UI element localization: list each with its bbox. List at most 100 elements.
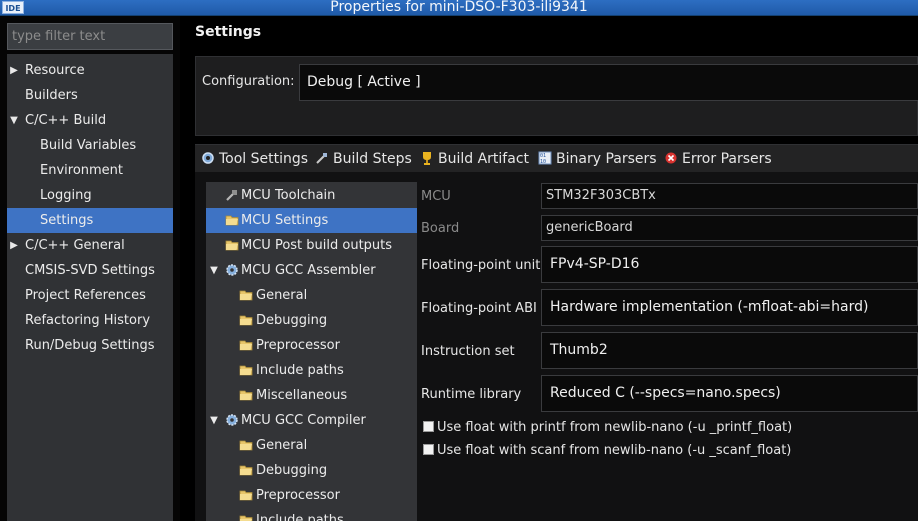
tool-item-label: Preprocessor — [256, 488, 340, 503]
sidebar-item-cpp-build[interactable]: ▼ C/C++ Build — [7, 108, 173, 133]
tool-item-assembler-preprocessor[interactable]: Preprocessor — [206, 333, 417, 358]
mcu-field[interactable]: STM32F303CBTx — [541, 183, 918, 209]
sidebar-item-settings[interactable]: Settings — [7, 208, 173, 233]
gear-icon — [226, 414, 238, 426]
tool-item-mcu-toolchain[interactable]: MCU Toolchain — [206, 183, 417, 208]
tab-binary-parsers[interactable]: 01 10 Binary Parsers — [538, 149, 657, 169]
error-icon — [665, 152, 677, 164]
folder-icon — [239, 315, 253, 326]
sidebar-item-cpp-general[interactable]: ▶ C/C++ General — [7, 233, 173, 258]
tool-item-label: Preprocessor — [256, 338, 340, 353]
sidebar-item-resource[interactable]: ▶ Resource — [7, 58, 173, 83]
sidebar-item-label: Environment — [40, 163, 124, 178]
sidebar: ▶ Resource Builders ▼ C/C++ Build Build … — [0, 16, 180, 521]
scanf-float-checkbox[interactable] — [423, 444, 434, 455]
tab-build-artifact[interactable]: Build Artifact — [420, 149, 529, 169]
expand-arrow-icon[interactable]: ▶ — [9, 233, 19, 258]
folder-icon — [225, 215, 239, 226]
tool-item-label: Miscellaneous — [256, 388, 348, 403]
sidebar-item-run-debug-settings[interactable]: Run/Debug Settings — [7, 333, 173, 358]
tab-label: Tool Settings — [219, 151, 309, 167]
folder-icon — [239, 490, 253, 501]
filter-input[interactable] — [7, 23, 173, 50]
tool-item-mcu-post-build-outputs[interactable]: MCU Post build outputs — [206, 233, 417, 258]
tool-item-label: Include paths — [256, 363, 344, 378]
instruction-set-label: Instruction set — [421, 344, 515, 359]
sidebar-item-builders[interactable]: Builders — [7, 83, 173, 108]
tab-error-parsers[interactable]: Error Parsers — [664, 149, 772, 169]
sidebar-item-cmsis-svd-settings[interactable]: CMSIS-SVD Settings — [7, 258, 173, 283]
sidebar-item-label: Resource — [25, 63, 85, 78]
folder-icon — [239, 365, 253, 376]
property-page-tree: ▶ Resource Builders ▼ C/C++ Build Build … — [7, 54, 173, 521]
page-title: Settings — [195, 24, 262, 40]
collapse-arrow-icon[interactable]: ▼ — [209, 408, 219, 433]
folder-icon — [239, 340, 253, 351]
tool-item-label: MCU Post build outputs — [241, 238, 393, 253]
sidebar-item-label: Logging — [40, 188, 92, 203]
tool-item-compiler-include-paths[interactable]: Include paths — [206, 508, 417, 521]
board-field[interactable]: genericBoard — [541, 215, 918, 241]
tool-item-label: MCU GCC Compiler — [241, 413, 366, 428]
tab-label: Binary Parsers — [556, 151, 657, 167]
tab-tool-settings[interactable]: Tool Settings — [201, 149, 308, 169]
sidebar-item-label: Project References — [25, 288, 146, 303]
tool-item-label: Include paths — [256, 513, 344, 521]
tool-item-label: MCU GCC Assembler — [241, 263, 376, 278]
tool-settings-tree: MCU Toolchain MCU Settings MCU Post buil… — [206, 182, 417, 521]
sidebar-item-label: Builders — [25, 88, 78, 103]
binary-icon: 01 10 — [538, 151, 552, 165]
printf-float-checkbox-row[interactable]: Use float with printf from newlib-nano (… — [423, 420, 792, 436]
collapse-arrow-icon[interactable]: ▼ — [9, 108, 19, 133]
tab-bar: Tool Settings Build Steps Build Artifact… — [195, 144, 918, 172]
window-title: Properties for mini-DSO-F303-ili9341 — [330, 0, 588, 15]
sidebar-item-label: Refactoring History — [25, 313, 151, 328]
sidebar-item-refactoring-history[interactable]: Refactoring History — [7, 308, 173, 333]
tool-item-assembler-general[interactable]: General — [206, 283, 417, 308]
sidebar-item-environment[interactable]: Environment — [7, 158, 173, 183]
tab-build-steps[interactable]: Build Steps — [315, 149, 412, 169]
collapse-arrow-icon[interactable]: ▼ — [209, 258, 219, 283]
svg-text:10: 10 — [540, 159, 546, 165]
tool-settings-icon — [202, 152, 214, 164]
sidebar-item-label: CMSIS-SVD Settings — [25, 263, 155, 278]
configuration-label: Configuration: — [202, 74, 295, 89]
tool-item-mcu-gcc-compiler[interactable]: ▼ MCU GCC Compiler — [206, 408, 417, 433]
runtime-library-select[interactable]: Reduced C (--specs=nano.specs) — [541, 375, 918, 412]
scanf-float-checkbox-row[interactable]: Use float with scanf from newlib-nano (-… — [423, 443, 791, 459]
floating-point-abi-label: Floating-point ABI — [421, 301, 537, 316]
tool-item-compiler-general[interactable]: General — [206, 433, 417, 458]
sidebar-item-project-references[interactable]: Project References — [7, 283, 173, 308]
tool-item-assembler-miscellaneous[interactable]: Miscellaneous — [206, 383, 417, 408]
floating-point-abi-select[interactable]: Hardware implementation (-mfloat-abi=har… — [541, 289, 918, 326]
tool-item-assembler-include-paths[interactable]: Include paths — [206, 358, 417, 383]
tool-item-assembler-debugging[interactable]: Debugging — [206, 308, 417, 333]
sidebar-item-label: C/C++ Build — [25, 113, 107, 128]
tool-item-mcu-gcc-assembler[interactable]: ▼ MCU GCC Assembler — [206, 258, 417, 283]
folder-icon — [239, 390, 253, 401]
tool-item-label: Debugging — [256, 463, 328, 478]
sidebar-item-logging[interactable]: Logging — [7, 183, 173, 208]
tab-label: Build Steps — [333, 151, 412, 167]
expand-arrow-icon[interactable]: ▶ — [9, 58, 19, 83]
mcu-label: MCU — [421, 189, 451, 204]
folder-icon — [239, 440, 253, 451]
configuration-group: Configuration: Debug [ Active ] — [195, 56, 918, 136]
configuration-select[interactable]: Debug [ Active ] — [299, 64, 918, 101]
tool-item-compiler-preprocessor[interactable]: Preprocessor — [206, 483, 417, 508]
tool-item-label: MCU Toolchain — [241, 188, 336, 203]
tab-label: Error Parsers — [682, 151, 772, 167]
tool-item-mcu-settings[interactable]: MCU Settings — [206, 208, 417, 233]
folder-icon — [239, 515, 253, 521]
tool-item-compiler-debugging[interactable]: Debugging — [206, 458, 417, 483]
build-steps-icon — [316, 153, 327, 164]
floating-point-unit-select[interactable]: FPv4-SP-D16 — [541, 246, 918, 283]
folder-icon — [239, 465, 253, 476]
instruction-set-select[interactable]: Thumb2 — [541, 332, 918, 369]
sidebar-item-build-variables[interactable]: Build Variables — [7, 133, 173, 158]
toolchain-icon — [226, 190, 237, 201]
printf-float-checkbox[interactable] — [423, 421, 434, 432]
tool-item-label: General — [256, 288, 308, 303]
tool-item-label: Debugging — [256, 313, 328, 328]
window-title-bar[interactable]: IDE Properties for mini-DSO-F303-ili9341 — [0, 0, 918, 16]
